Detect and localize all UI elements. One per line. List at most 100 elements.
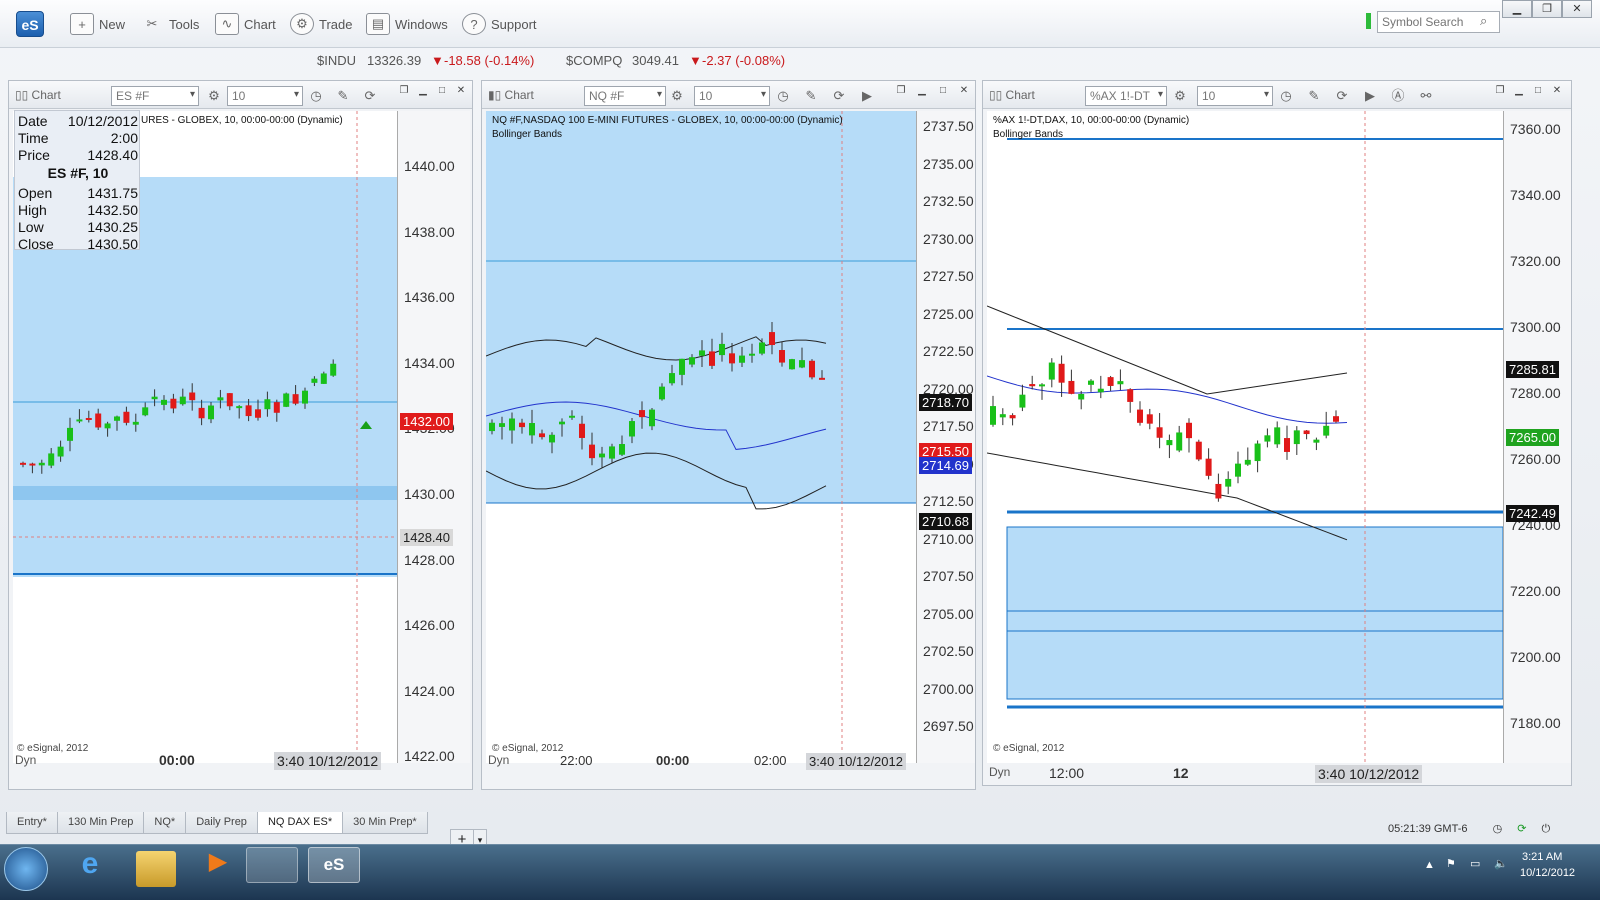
candle-down xyxy=(1156,427,1163,438)
settings-icon[interactable]: ⚙ xyxy=(1171,87,1189,105)
symbol-select[interactable]: ES #F xyxy=(111,86,199,106)
remote-desktop-icon[interactable] xyxy=(246,847,298,883)
tray-expand-icon[interactable]: ▲ xyxy=(1424,859,1435,871)
price-axis[interactable]: 1440.00 1438.00 1436.00 1434.00 1432.00 1430.… xyxy=(397,111,470,764)
y-tick-label: 1428.00 xyxy=(404,551,455,568)
price-axis[interactable]: 7360.00 7340.00 7320.00 7300.00 7280.00 7260.… xyxy=(1503,111,1571,763)
refresh-icon[interactable]: ⟳ xyxy=(361,87,379,105)
alert-icon[interactable]: Ⓐ xyxy=(1389,87,1407,105)
candle-down xyxy=(1186,422,1192,439)
y-tick-label: 2722.50 xyxy=(923,343,974,359)
compq-symbol[interactable]: $COMPQ xyxy=(566,53,622,68)
price-axis[interactable]: 2737.50 2735.00 2732.50 2730.00 2727.50 2725.… xyxy=(916,111,975,763)
panel-close-icon[interactable]: ✕ xyxy=(452,84,470,98)
panel-maximize-icon[interactable]: □ xyxy=(934,84,952,98)
start-button[interactable] xyxy=(4,847,48,891)
refresh-icon[interactable]: ⟳ xyxy=(830,87,848,105)
tab-4[interactable]: NQ DAX ES* xyxy=(256,812,344,834)
taskbar-time[interactable]: 3:21 AM xyxy=(1522,851,1562,863)
pencil-icon[interactable]: ✎ xyxy=(1305,87,1323,105)
y-tick-label: 7340.00 xyxy=(1510,187,1561,203)
windows-icon: ▤ xyxy=(366,13,390,35)
volume-icon[interactable]: 🔈 xyxy=(1494,857,1508,870)
maximize-button[interactable]: ❐ xyxy=(1532,0,1562,18)
panel-minimize-icon[interactable]: ▁ xyxy=(913,84,931,98)
taskbar-date[interactable]: 10/12/2012 xyxy=(1520,867,1575,879)
symbol-select[interactable]: NQ #F xyxy=(584,86,666,106)
candle-up xyxy=(559,421,565,425)
new-button[interactable]: + New xyxy=(70,12,125,36)
candle-up xyxy=(208,405,214,420)
price-chart[interactable]: %AX 1!-DT,DAX, 10, 00:00-00:00 (Dynamic)… xyxy=(987,111,1503,763)
panel-minimize-icon[interactable]: ▁ xyxy=(1510,84,1528,98)
settings-icon[interactable]: ⚙ xyxy=(205,87,223,105)
network-icon[interactable]: ⚑ xyxy=(1446,857,1456,870)
refresh-icon[interactable]: ⟳ xyxy=(1333,87,1351,105)
support-button[interactable]: ? Support xyxy=(462,12,537,36)
tab-2[interactable]: NQ* xyxy=(143,812,187,834)
candle-up xyxy=(311,378,318,383)
candle-down xyxy=(85,417,92,420)
candle-down xyxy=(255,409,261,418)
clock-icon[interactable]: ◷ xyxy=(774,87,792,105)
panel-restore-icon[interactable]: ❐ xyxy=(892,84,910,98)
connection-icon[interactable]: ⟳ xyxy=(1517,823,1526,835)
panel-maximize-icon[interactable]: □ xyxy=(1529,84,1547,98)
esignal-taskbar-icon[interactable]: eS xyxy=(308,847,360,883)
media-player-icon[interactable]: ▶ xyxy=(192,847,244,883)
y-tick-label: 7360.00 xyxy=(1510,121,1561,137)
shaded-zone xyxy=(13,486,397,500)
clock-icon[interactable]: ◷ xyxy=(1277,87,1295,105)
symbol-select[interactable]: %AX 1!-DT xyxy=(1085,86,1167,106)
y-tick-label: 7280.00 xyxy=(1510,385,1561,401)
interval-select[interactable]: 10 xyxy=(1197,86,1273,106)
display-icon[interactable]: ▭ xyxy=(1470,857,1480,870)
esignal-logo[interactable]: eS xyxy=(16,11,44,37)
panel-minimize-icon[interactable]: ▁ xyxy=(414,84,432,98)
settings-icon[interactable]: ⚙ xyxy=(668,87,686,105)
x-axis-label: 00:00 xyxy=(159,752,195,768)
candle-up xyxy=(264,399,271,410)
candlestick-chart[interactable] xyxy=(987,111,1503,763)
app-window: eS + New ✂ Tools ∿ Chart ⚙ Trade ▤ Windows ? S… xyxy=(0,0,1600,900)
dyn-label[interactable]: Dyn xyxy=(15,753,36,767)
play-icon[interactable]: ▶ xyxy=(1361,87,1379,105)
price-chart[interactable]: NQ #F,NASDAQ 100 E-MINI FUTURES - GLOBEX… xyxy=(486,111,916,763)
chart-panel-header: ▮▯ Chart NQ #F ⚙ 10 ◷ ✎ ⟳ ▶ ❐ ▁ □ ✕ xyxy=(482,81,975,109)
candle-down xyxy=(170,398,177,409)
pencil-icon[interactable]: ✎ xyxy=(802,87,820,105)
trade-button[interactable]: ⚙ Trade xyxy=(290,12,352,36)
chart-button[interactable]: ∿ Chart xyxy=(215,12,276,36)
minimize-button[interactable]: ▁ xyxy=(1502,0,1532,18)
dyn-label[interactable]: Dyn xyxy=(488,753,509,767)
candlestick-chart[interactable] xyxy=(486,111,916,763)
panel-close-icon[interactable]: ✕ xyxy=(955,84,973,98)
dyn-label[interactable]: Dyn xyxy=(989,765,1010,779)
search-icon[interactable]: ⌕ xyxy=(1480,13,1487,29)
tab-0[interactable]: Entry* xyxy=(6,812,58,834)
tab-3[interactable]: Daily Prep xyxy=(185,812,258,834)
indu-price: 13326.39 xyxy=(367,53,422,68)
clock-icon[interactable]: ◷ xyxy=(307,87,325,105)
candle-up xyxy=(1088,380,1094,385)
close-button[interactable]: ✕ xyxy=(1562,0,1592,18)
indu-symbol[interactable]: $INDU xyxy=(317,53,356,68)
candle-up xyxy=(1078,393,1085,400)
panel-restore-icon[interactable]: ❐ xyxy=(395,84,413,98)
tab-5[interactable]: 30 Min Prep* xyxy=(342,812,428,834)
pencil-icon[interactable]: ✎ xyxy=(334,87,352,105)
link-icon[interactable]: ⚯ xyxy=(1417,87,1435,105)
power-icon[interactable]: ⏻ xyxy=(1542,823,1551,835)
interval-select[interactable]: 10 xyxy=(694,86,770,106)
panel-restore-icon[interactable]: ❐ xyxy=(1491,84,1509,98)
panel-maximize-icon[interactable]: □ xyxy=(433,84,451,98)
panel-close-icon[interactable]: ✕ xyxy=(1548,84,1566,98)
internet-explorer-icon[interactable]: e xyxy=(64,847,116,883)
window-controls: ▁ ❐ ✕ xyxy=(1502,0,1592,18)
interval-select[interactable]: 10 xyxy=(227,86,303,106)
explorer-folder-icon[interactable] xyxy=(136,851,176,887)
tab-1[interactable]: 130 Min Prep xyxy=(56,812,145,834)
tools-button[interactable]: ✂ Tools xyxy=(140,12,200,36)
windows-button[interactable]: ▤ Windows xyxy=(366,12,448,36)
play-icon[interactable]: ▶ xyxy=(858,87,876,105)
